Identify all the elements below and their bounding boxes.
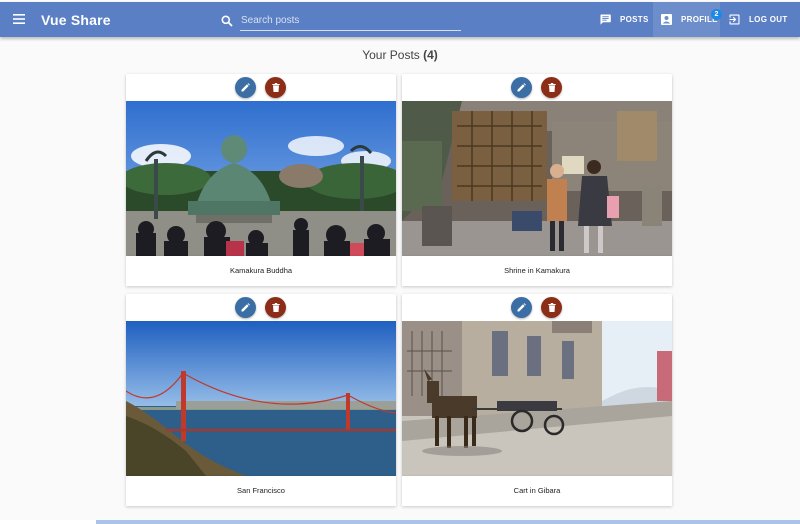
card-actions <box>402 294 672 321</box>
search-icon <box>221 15 233 27</box>
search-bar <box>221 10 461 32</box>
trash-icon <box>271 303 280 312</box>
card-actions <box>126 294 396 321</box>
post-card: Kamakura Buddha <box>126 74 396 286</box>
post-image[interactable] <box>402 321 672 476</box>
delete-post-button[interactable] <box>541 297 562 318</box>
delete-post-button[interactable] <box>265 297 286 318</box>
delete-post-button[interactable] <box>265 77 286 98</box>
pencil-icon <box>241 83 250 92</box>
trash-icon <box>547 303 556 312</box>
pencil-icon <box>517 303 526 312</box>
post-image[interactable] <box>126 101 396 256</box>
nav-profile-button[interactable]: PROFILE <box>653 2 720 37</box>
shrine-photo <box>402 101 672 256</box>
post-image[interactable] <box>402 101 672 256</box>
nav-posts-button[interactable]: POSTS <box>600 2 649 37</box>
menu-icon <box>13 14 25 24</box>
post-title[interactable]: Kamakura Buddha <box>126 256 396 286</box>
nav-posts-label: POSTS <box>620 15 649 24</box>
gibara-cart-photo <box>402 321 672 476</box>
account-box-icon <box>661 14 672 25</box>
app-root: Vue Share POSTS PROFILE <box>0 0 800 520</box>
edit-post-button[interactable] <box>511 297 532 318</box>
exit-icon <box>729 14 740 25</box>
post-card: Cart in Gibara <box>402 294 672 506</box>
posts-count: (4) <box>423 48 438 62</box>
pencil-icon <box>241 303 250 312</box>
edit-post-button[interactable] <box>235 77 256 98</box>
top-toolbar: Vue Share POSTS PROFILE <box>0 2 800 37</box>
delete-post-button[interactable] <box>541 77 562 98</box>
edit-post-button[interactable] <box>235 297 256 318</box>
chat-icon <box>600 14 611 25</box>
page-heading: Your Posts (4) <box>0 48 800 62</box>
app-title[interactable]: Vue Share <box>41 12 111 28</box>
page-heading-text: Your Posts <box>362 48 420 62</box>
profile-badge: 2 <box>711 9 722 20</box>
nav-logout-label: LOG OUT <box>749 15 788 24</box>
post-title[interactable]: San Francisco <box>126 476 396 506</box>
menu-button[interactable] <box>8 8 30 30</box>
card-actions <box>126 74 396 101</box>
trash-icon <box>547 83 556 92</box>
post-card: San Francisco <box>126 294 396 506</box>
golden-gate-photo <box>126 321 396 476</box>
buddha-photo <box>126 101 396 256</box>
post-title[interactable]: Cart in Gibara <box>402 476 672 506</box>
pencil-icon <box>517 83 526 92</box>
nav-logout-button[interactable]: LOG OUT <box>729 2 788 37</box>
post-title[interactable]: Shrine in Kamakura <box>402 256 672 286</box>
post-image[interactable] <box>126 321 396 476</box>
bottom-window-strip <box>96 520 800 524</box>
search-input[interactable] <box>240 10 461 31</box>
card-actions <box>402 74 672 101</box>
trash-icon <box>271 83 280 92</box>
edit-post-button[interactable] <box>511 77 532 98</box>
post-card: Shrine in Kamakura <box>402 74 672 286</box>
